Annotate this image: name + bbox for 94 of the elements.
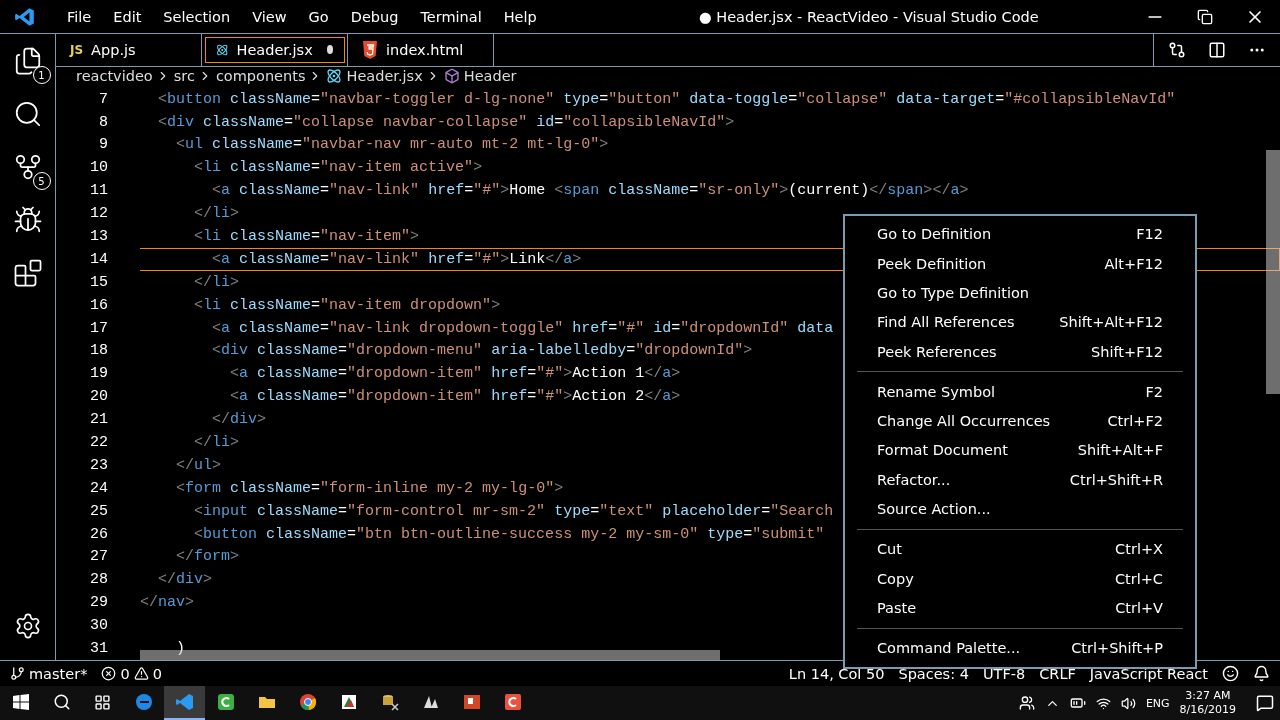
line-number: 25: [89, 502, 108, 520]
breadcrumb-item[interactable]: Header: [463, 68, 517, 85]
line-number: 23: [89, 456, 108, 474]
line-number: 17: [89, 319, 108, 337]
line-number: 16: [89, 296, 108, 314]
menu-item[interactable]: File: [56, 8, 103, 25]
editor-tab[interactable]: JS App.js: [56, 34, 202, 66]
menu-item[interactable]: Go: [297, 8, 340, 25]
line-number: 30: [89, 617, 108, 635]
menu-item[interactable]: Copy Ctrl+C: [857, 564, 1183, 594]
menu-item[interactable]: Rename Symbol F2: [857, 377, 1183, 407]
status-item[interactable]: Spaces: 4: [898, 665, 969, 682]
line-number: 27: [89, 548, 108, 566]
code-line: <a className="dropdown-item" href="#">Action 2</a>: [229, 388, 681, 406]
code-line: <button className="btn btn-outline-success my-2 my-sm-0" type="submit": [193, 525, 825, 543]
breadcrumb-item[interactable]: reactvideo: [76, 68, 153, 85]
code-line: <a className="dropdown-item" href="#">Action 1</a>: [229, 365, 681, 383]
line-number: 13: [89, 228, 108, 245]
menu-item[interactable]: Source Action...: [857, 494, 1183, 524]
line-number: 20: [89, 388, 108, 406]
breadcrumb-item[interactable]: components: [215, 68, 306, 85]
line-number: 18: [89, 342, 108, 360]
clock-date[interactable]: 8/16/2019: [1179, 703, 1236, 717]
code-line: <a className="nav-link" href="#">Home <span className="sr-only">(current)</span></a>: [211, 182, 969, 200]
menu-item[interactable]: Edit: [102, 8, 153, 25]
line-number: 22: [89, 434, 108, 452]
editor-tab[interactable]: Header.jsx: [202, 34, 348, 66]
line-number: 10: [89, 159, 108, 177]
code-line: <div className="collapse navbar-collapse" id="collapsibleNavId">: [157, 113, 735, 131]
count-badge: 1: [32, 66, 51, 84]
menu-item[interactable]: Selection: [152, 8, 242, 25]
line-number: 12: [89, 205, 108, 223]
clock-time[interactable]: 3:27 AM: [1185, 689, 1231, 703]
line-number: 31: [89, 640, 108, 658]
breadcrumb-item[interactable]: Header.jsx: [346, 68, 423, 85]
line-number: 9: [98, 136, 108, 154]
menu-item[interactable]: Change All Occurrences Ctrl+F2: [857, 406, 1183, 436]
menu-item[interactable]: Go to Type Definition: [857, 278, 1183, 308]
status-item[interactable]: CRLF: [1039, 665, 1076, 682]
language-indicator[interactable]: ENG: [1145, 696, 1170, 710]
menu-item[interactable]: Find All References Shift+Alt+F12: [857, 307, 1183, 337]
line-number: 8: [98, 113, 108, 131]
menu-item[interactable]: View: [241, 8, 298, 25]
status-item[interactable]: UTF-8: [982, 665, 1026, 682]
menu-item[interactable]: Format Document Shift+Alt+F: [857, 435, 1183, 466]
menu-item[interactable]: Peek References Shift+F12: [857, 336, 1183, 367]
code-line: <li className="nav-item dropdown">: [193, 296, 501, 314]
code-line: </li>: [193, 205, 240, 223]
menu-item[interactable]: Go to Definition F12: [857, 219, 1183, 250]
code-line: <form className="form-inline my-2 my-lg-0">: [175, 479, 564, 497]
line-number: 28: [89, 571, 108, 589]
code-line: </nav>: [140, 594, 195, 612]
code-line: </li>: [193, 434, 240, 452]
menu-item[interactable]: Debug: [339, 8, 410, 25]
code-line: </form>: [175, 548, 240, 566]
window-title: ● Header.jsx - ReactVideo - Visual Studio Code: [698, 8, 1040, 25]
code-line: </li>: [193, 273, 240, 291]
menu-item[interactable]: Help: [492, 8, 548, 25]
line-number: 19: [89, 365, 108, 383]
branch-name[interactable]: master*: [29, 665, 88, 682]
line-number: 11: [89, 182, 108, 200]
error-count[interactable]: 0: [120, 665, 130, 682]
code-line: <a className="nav-link dropdown-toggle" href="#" id="dropdownId" data: [211, 319, 834, 337]
line-number: 26: [89, 525, 108, 543]
breadcrumb-item[interactable]: src: [173, 68, 195, 85]
code-line: ): [175, 640, 186, 658]
code-line: <ul className="navbar-nav mr-auto mt-2 mt-lg-0">: [175, 136, 609, 154]
code-line: <button className="navbar-toggler d-lg-none" type="button" data-toggle="collapse" data-target="#collapsibleNavId": [157, 90, 1176, 108]
code-line: </div>: [157, 571, 213, 589]
js-file-icon: JS: [70, 42, 84, 57]
status-item[interactable]: JavaScript React: [1089, 665, 1208, 682]
menu-item[interactable]: Terminal: [409, 8, 493, 25]
code-line: </div>: [211, 411, 267, 429]
code-line: <div className="dropdown-menu" aria-labelledby="dropdownId">: [211, 342, 753, 360]
menu-item[interactable]: Refactor... Ctrl+Shift+R: [857, 465, 1183, 495]
code-line: <li className="nav-item active">: [193, 159, 483, 177]
line-number: 29: [89, 594, 108, 612]
code-line: </ul>: [175, 456, 222, 474]
line-number: 14: [89, 250, 108, 268]
line-number: 21: [89, 411, 108, 429]
count-badge: 5: [32, 172, 51, 190]
status-item[interactable]: Ln 14, Col 50: [788, 665, 885, 682]
code-line: <input className="form-control mr-sm-2" type="text" placeholder="Search: [193, 502, 834, 520]
code-line: <li className="nav-item">: [193, 228, 420, 245]
line-number: 24: [89, 479, 108, 497]
code-line: <a className="nav-link" href="#">Link</a>: [211, 250, 582, 268]
line-number: 15: [89, 273, 108, 291]
menu-item[interactable]: Peek Definition Alt+F12: [857, 249, 1183, 279]
warning-count[interactable]: 0: [152, 665, 162, 682]
menu-item[interactable]: Command Palette... Ctrl+Shift+P: [857, 633, 1183, 663]
editor-tab[interactable]: index.html: [348, 34, 494, 66]
line-number: 7: [98, 90, 108, 108]
menu-item[interactable]: Cut Ctrl+X: [857, 534, 1183, 564]
menu-item[interactable]: Paste Ctrl+V: [857, 593, 1183, 623]
